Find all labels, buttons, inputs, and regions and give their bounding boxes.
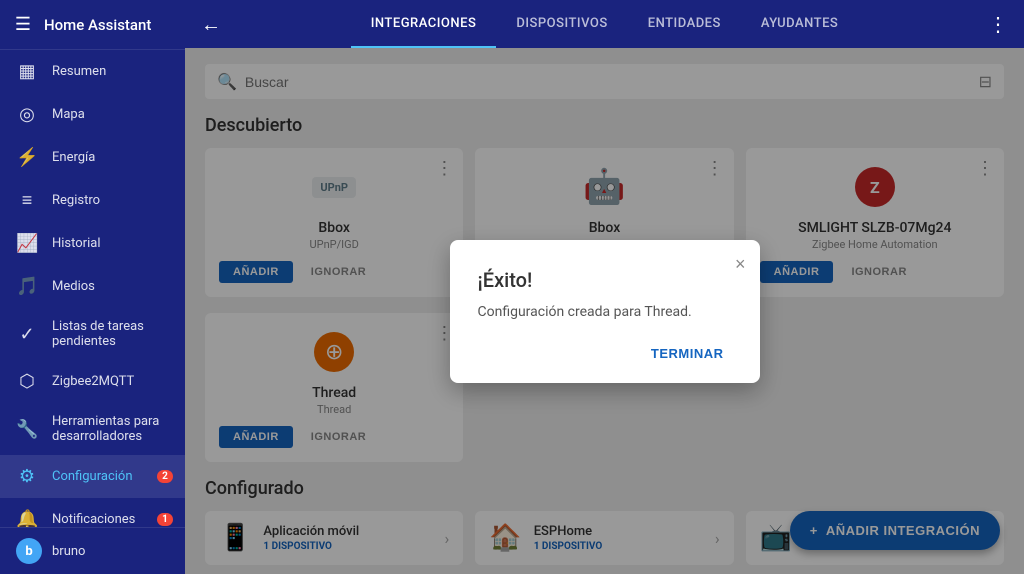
sidebar-item-label: Resumen [52, 64, 106, 79]
success-dialog: ¡Éxito! × Configuración creada para Thre… [450, 240, 760, 383]
back-button[interactable]: ← [193, 4, 229, 45]
herramientas-icon: 🔧 [16, 419, 38, 440]
sidebar-item-zigbee[interactable]: ⬡ Zigbee2MQTT [0, 360, 185, 403]
tab-dispositivos[interactable]: Dispositivos [496, 0, 627, 48]
more-options-button[interactable]: ⋮ [980, 4, 1016, 44]
notificaciones-icon: 🔔 [16, 509, 38, 527]
sidebar-item-historial[interactable]: 📈 Historial [0, 222, 185, 265]
sidebar-item-label: Energía [52, 150, 95, 165]
sidebar-item-label: Herramientas para desarrolladores [52, 414, 169, 444]
sidebar-item-label: Mapa [52, 107, 85, 122]
tab-entidades[interactable]: Entidades [628, 0, 741, 48]
sidebar-item-resumen[interactable]: ▦ Resumen [0, 50, 185, 93]
sidebar-item-herramientas[interactable]: 🔧 Herramientas para desarrolladores [0, 403, 185, 455]
content-area: 🔍 ⊟ Descubierto ⋮ UPnP Bbox UPnP/IGD AÑA… [185, 48, 1024, 574]
dialog-title: ¡Éxito! [478, 268, 732, 292]
sidebar-item-label: Registro [52, 193, 100, 208]
sidebar-header: ☰ Home Assistant [0, 0, 185, 50]
sidebar-item-configuracion[interactable]: ⚙ Configuración 2 [0, 455, 185, 498]
sidebar-item-label: Zigbee2MQTT [52, 374, 134, 389]
sidebar-item-label: Configuración [52, 469, 133, 484]
mapa-icon: ◎ [16, 104, 38, 125]
sidebar-item-energia[interactable]: ⚡ Energía [0, 136, 185, 179]
sidebar-item-mapa[interactable]: ◎ Mapa [0, 93, 185, 136]
sidebar-title: Home Assistant [44, 16, 151, 34]
tab-integraciones[interactable]: Integraciones [351, 0, 497, 48]
dialog-body: Configuración creada para Thread. [478, 304, 732, 320]
historial-icon: 📈 [16, 233, 38, 254]
user-menu[interactable]: b bruno [16, 538, 169, 564]
dialog-close-button[interactable]: × [735, 254, 746, 275]
sidebar-item-label: Historial [52, 236, 100, 251]
registro-icon: ≡ [16, 190, 38, 211]
configuracion-badge: 2 [157, 470, 173, 483]
tareas-icon: ✓ [16, 324, 38, 345]
medios-icon: 🎵 [16, 276, 38, 297]
sidebar-item-tareas[interactable]: ✓ Listas de tareas pendientes [0, 308, 185, 360]
topnav: ← Integraciones Dispositivos Entidades A… [185, 0, 1024, 48]
sidebar: ☰ Home Assistant ▦ Resumen ◎ Mapa ⚡ Ener… [0, 0, 185, 574]
main: ← Integraciones Dispositivos Entidades A… [185, 0, 1024, 574]
configuracion-icon: ⚙ [16, 466, 38, 487]
avatar: b [16, 538, 42, 564]
username: bruno [52, 544, 85, 559]
zigbee-icon: ⬡ [16, 371, 38, 392]
tab-ayudantes[interactable]: Ayudantes [741, 0, 858, 48]
finish-button[interactable]: TERMINAR [643, 340, 732, 367]
topnav-tabs: Integraciones Dispositivos Entidades Ayu… [233, 0, 976, 48]
sidebar-item-label: Medios [52, 279, 95, 294]
sidebar-item-medios[interactable]: 🎵 Medios [0, 265, 185, 308]
sidebar-item-notificaciones[interactable]: 🔔 Notificaciones 1 [0, 498, 185, 527]
sidebar-item-label: Notificaciones [52, 512, 135, 527]
resumen-icon: ▦ [16, 61, 38, 82]
sidebar-item-label: Listas de tareas pendientes [52, 319, 169, 349]
notificaciones-badge: 1 [157, 513, 173, 526]
dialog-actions: TERMINAR [478, 340, 732, 367]
sidebar-footer: b bruno [0, 527, 185, 574]
dialog-overlay: ¡Éxito! × Configuración creada para Thre… [185, 48, 1024, 574]
sidebar-nav: ▦ Resumen ◎ Mapa ⚡ Energía ≡ Registro 📈 … [0, 50, 185, 527]
menu-icon[interactable]: ☰ [12, 14, 34, 35]
sidebar-item-registro[interactable]: ≡ Registro [0, 179, 185, 222]
energia-icon: ⚡ [16, 147, 38, 168]
